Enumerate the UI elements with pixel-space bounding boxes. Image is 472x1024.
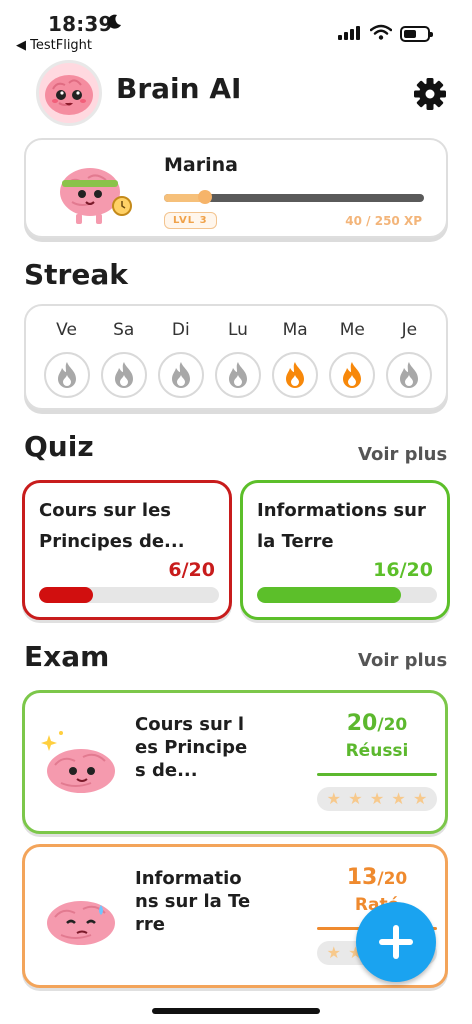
moon-icon — [107, 14, 121, 29]
streak-day-circle — [386, 352, 433, 398]
level-badge: LVL 3 — [164, 212, 217, 229]
brain-athlete-mascot-icon — [60, 168, 132, 224]
star-icon: ★ — [348, 789, 363, 808]
exam-title: Exam — [24, 640, 110, 673]
gear-icon[interactable] — [412, 76, 448, 112]
profile-card[interactable]: Marina LVL 3 40 / 250 XP — [24, 138, 448, 238]
add-button[interactable] — [356, 902, 436, 982]
wifi-icon — [370, 24, 392, 40]
streak-title: Streak — [24, 258, 128, 291]
exam-see-more-link[interactable]: Voir plus — [358, 650, 447, 671]
flame-icon — [228, 362, 247, 388]
quiz-card[interactable]: Informations sur la Terre 16/20 — [240, 480, 450, 620]
streak-day-label: Je — [401, 320, 418, 340]
quiz-card-title: Informations sur la Terre — [257, 500, 426, 552]
star-icon: ★ — [413, 789, 428, 808]
streak-day: Lu — [213, 320, 263, 398]
quiz-see-more-link[interactable]: Voir plus — [358, 444, 447, 465]
flame-icon — [286, 362, 305, 388]
star-icon: ★ — [326, 943, 341, 962]
star-rating: ★ ★ ★ ★ ★ — [317, 787, 437, 811]
streak-day-label: Sa — [113, 320, 135, 340]
exam-score-total: /20 — [377, 715, 408, 735]
exam-card-score: 20/20 — [317, 711, 437, 736]
streak-day: Ve — [42, 320, 92, 398]
streak-day-circle — [157, 352, 204, 398]
streak-day-circle — [214, 352, 261, 398]
flame-icon — [57, 362, 76, 388]
streak-day-label: Ve — [56, 320, 77, 340]
exam-card[interactable]: Cours sur les Principes de... 20/20 Réus… — [22, 690, 448, 834]
xp-progress-bar — [164, 190, 424, 204]
streak-day-circle — [329, 352, 376, 398]
exam-card-score: 13/20 — [317, 865, 437, 890]
quiz-title: Quiz — [24, 430, 94, 463]
streak-day: Di — [156, 320, 206, 398]
exam-score-value: 13 — [346, 865, 378, 890]
streak-day: Sa — [99, 320, 149, 398]
quiz-progress-fill — [257, 587, 401, 603]
exam-divider — [317, 773, 437, 776]
streak-day: Je — [384, 320, 434, 398]
streak-day-circle — [100, 352, 147, 398]
exam-score-value: 20 — [346, 711, 378, 736]
streak-day-label: Ma — [282, 320, 308, 340]
streak-day: Ma — [270, 320, 320, 398]
quiz-progress-fill — [39, 587, 93, 603]
flame-icon — [171, 362, 190, 388]
streak-days: Ve Sa Di Lu Ma Me Je — [26, 320, 450, 398]
xp-progress-fill — [164, 190, 212, 204]
flame-icon — [343, 362, 362, 388]
status-bar: 18:39 ◀ TestFlight — [0, 0, 472, 56]
app-title: Brain AI — [116, 72, 242, 105]
streak-day-label: Lu — [228, 320, 248, 340]
flame-icon — [114, 362, 133, 388]
streak-day-label: Me — [339, 320, 365, 340]
quiz-progress-bar — [257, 587, 437, 603]
exam-score-total: /20 — [377, 869, 408, 889]
exam-card-title: Cours sur les Principes de... — [135, 714, 248, 781]
flame-icon — [400, 362, 419, 388]
streak-day-circle — [43, 352, 90, 398]
star-icon: ★ — [369, 789, 385, 808]
streak-day-label: Di — [171, 320, 190, 340]
streak-day-circle — [272, 352, 319, 398]
exam-card-title: Informations sur la Terre — [135, 868, 251, 935]
quiz-progress-bar — [39, 587, 219, 603]
star-icon: ★ — [326, 789, 341, 808]
brain-mascot-icon — [45, 75, 93, 115]
exam-status: Réussi — [345, 741, 409, 761]
home-indicator — [152, 1008, 320, 1014]
user-name: Marina — [164, 154, 238, 176]
status-time: 18:39 — [48, 12, 113, 36]
brain-avatar[interactable] — [36, 60, 102, 126]
streak-day: Me — [327, 320, 377, 398]
quiz-card-score: 6/20 — [168, 559, 215, 581]
plus-icon — [379, 925, 413, 959]
star-icon: ★ — [391, 789, 406, 808]
xp-text: 40 / 250 XP — [345, 214, 422, 228]
sweating-brain-mascot-icon — [47, 901, 115, 945]
happy-brain-mascot-icon — [41, 731, 115, 793]
quiz-card-title: Cours sur les Principes de... — [39, 500, 185, 552]
back-to-testflight-link[interactable]: ◀ TestFlight — [16, 38, 92, 53]
quiz-card[interactable]: Cours sur les Principes de... 6/20 — [22, 480, 232, 620]
battery-icon — [400, 26, 433, 42]
quiz-card-score: 16/20 — [373, 559, 433, 581]
cellular-signal-icon — [338, 26, 360, 40]
streak-card: Ve Sa Di Lu Ma Me Je — [24, 304, 448, 410]
